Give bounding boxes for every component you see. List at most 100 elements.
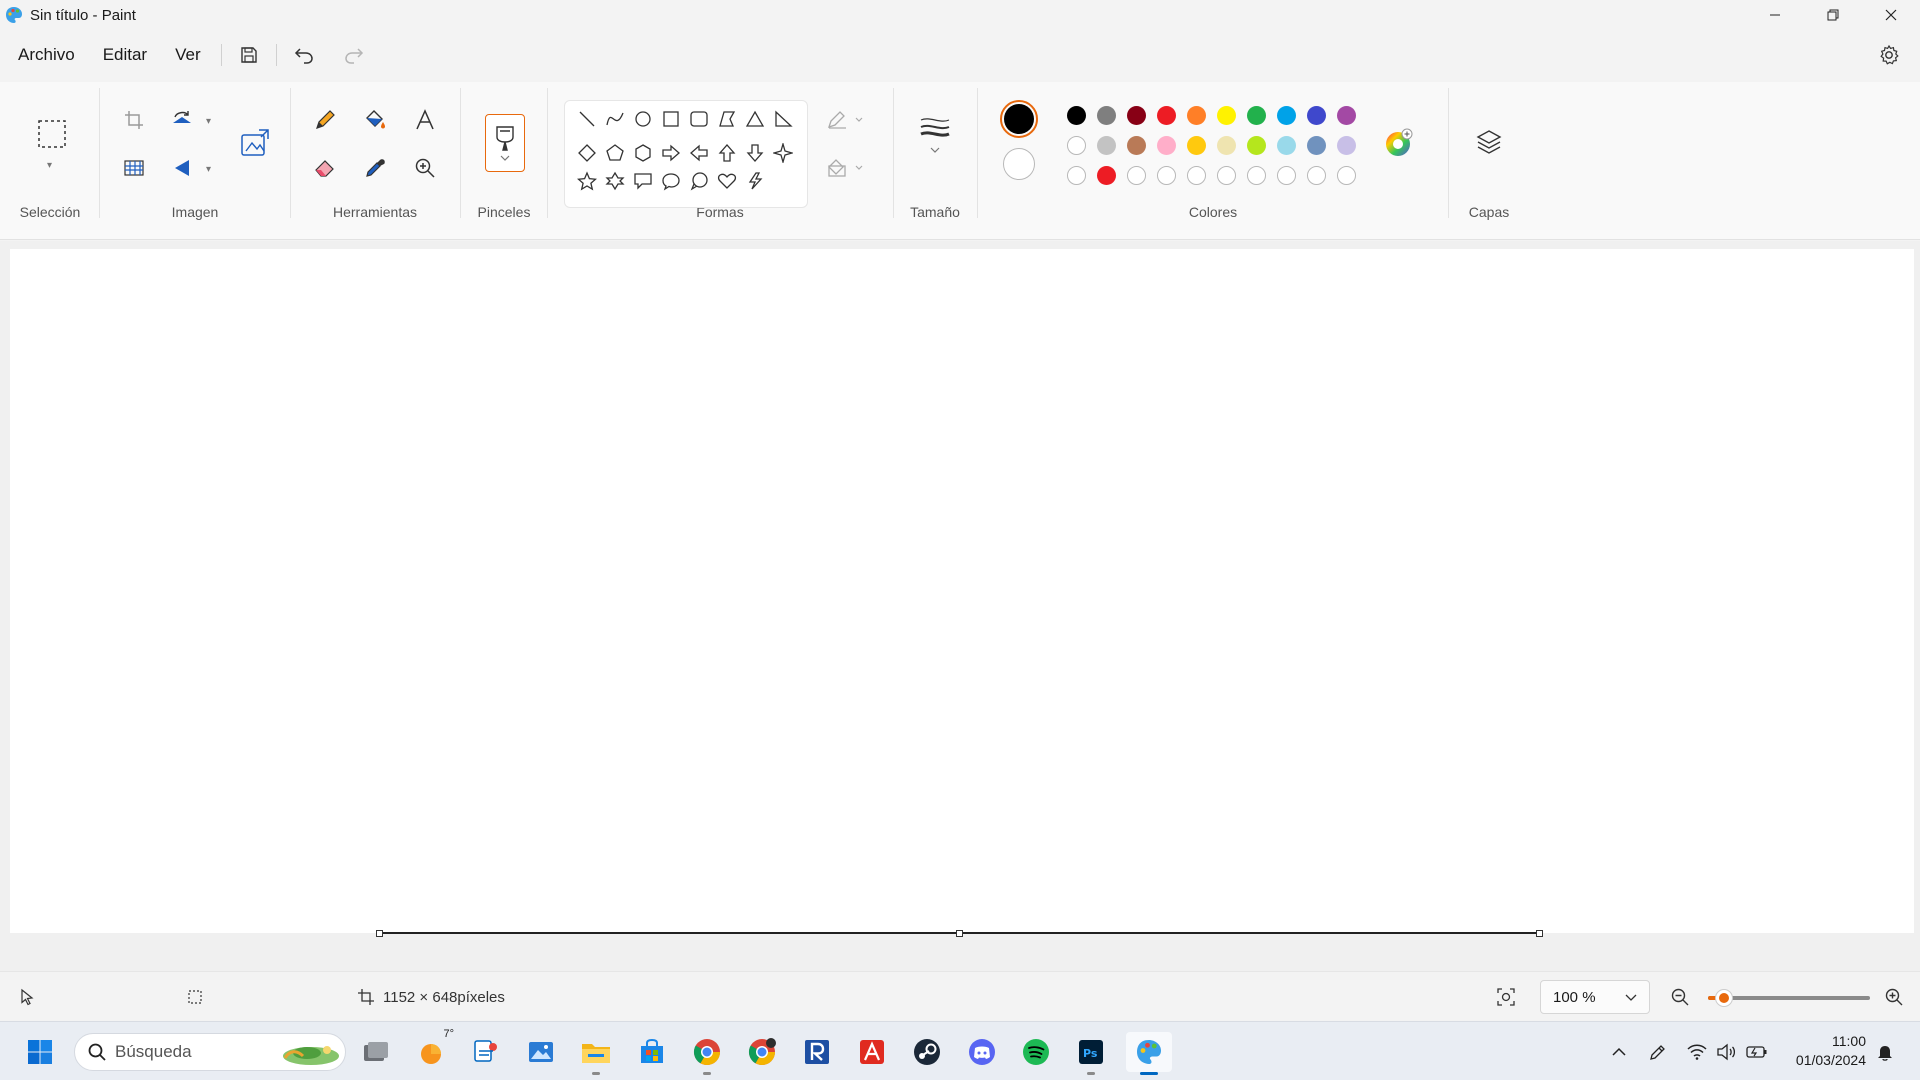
shape-right-triangle[interactable] <box>771 107 795 131</box>
color-swatch[interactable] <box>1067 106 1086 125</box>
shape-pentagon[interactable] <box>603 141 627 165</box>
color-swatch[interactable] <box>1337 136 1356 155</box>
color-swatch-empty[interactable] <box>1217 166 1236 185</box>
shape-hexagon[interactable] <box>631 141 655 165</box>
color-swatch-empty[interactable] <box>1127 166 1146 185</box>
resize-handle[interactable] <box>1536 930 1543 937</box>
shape-oval[interactable] <box>631 107 655 131</box>
shape-right-arrow[interactable] <box>659 141 683 165</box>
rotate-button[interactable] <box>164 102 200 138</box>
flip-button[interactable] <box>164 150 200 186</box>
shape-diamond[interactable] <box>575 141 599 165</box>
secondary-color-button[interactable] <box>1003 148 1035 180</box>
color-swatch[interactable] <box>1127 106 1146 125</box>
taskbar-chrome[interactable] <box>687 1032 727 1075</box>
color-swatch[interactable] <box>1217 106 1236 125</box>
brushes-button[interactable] <box>485 114 525 172</box>
color-swatch[interactable] <box>1277 136 1296 155</box>
tray-overflow-button[interactable] <box>1608 1041 1630 1063</box>
color-swatch[interactable] <box>1247 136 1266 155</box>
settings-button[interactable] <box>1872 38 1906 72</box>
taskbar-clock[interactable]: 11:00 01/03/2024 <box>1796 1032 1866 1070</box>
shape-oval-callout[interactable] <box>659 169 683 193</box>
search-box[interactable]: Búsqueda <box>74 1033 346 1071</box>
color-swatch[interactable] <box>1097 166 1116 185</box>
taskbar-photoshop[interactable]: Ps <box>1071 1032 1111 1075</box>
color-swatch[interactable] <box>1277 106 1296 125</box>
save-button[interactable] <box>230 38 268 72</box>
shape-rounded-rectangle[interactable] <box>687 107 711 131</box>
color-swatch[interactable] <box>1127 136 1146 155</box>
fit-to-window-button[interactable] <box>1496 972 1516 1022</box>
restore-button[interactable] <box>1804 0 1862 30</box>
start-button[interactable] <box>20 1032 60 1072</box>
primary-color-button[interactable] <box>1000 100 1038 138</box>
shape-triangle[interactable] <box>743 107 767 131</box>
taskbar-store[interactable] <box>632 1032 672 1072</box>
shape-curve[interactable] <box>603 107 627 131</box>
taskbar-photos[interactable] <box>521 1032 561 1072</box>
menu-editar[interactable]: Editar <box>91 39 159 71</box>
eraser-button[interactable] <box>307 150 343 186</box>
tray-pen[interactable] <box>1647 1041 1669 1063</box>
menu-archivo[interactable]: Archivo <box>6 39 87 71</box>
color-swatch[interactable] <box>1217 136 1236 155</box>
shape-cloud-callout[interactable] <box>687 169 711 193</box>
taskbar-steam[interactable] <box>907 1032 947 1072</box>
taskbar-spotify[interactable] <box>1016 1032 1056 1072</box>
color-swatch-empty[interactable] <box>1187 166 1206 185</box>
select-button[interactable] <box>32 114 72 154</box>
zoom-in-button[interactable] <box>1884 972 1904 1022</box>
pencil-button[interactable] <box>307 102 343 138</box>
resize-handle[interactable] <box>376 930 383 937</box>
shape-polygon[interactable] <box>715 107 739 131</box>
taskbar-acrobat[interactable] <box>852 1032 892 1072</box>
shape-lightning[interactable] <box>743 169 767 193</box>
shape-six-point-star[interactable] <box>603 169 627 193</box>
edit-colors-button[interactable] <box>1384 128 1414 158</box>
shape-five-point-star[interactable] <box>575 169 599 193</box>
taskbar-task-view[interactable] <box>356 1032 396 1072</box>
color-swatch[interactable] <box>1157 106 1176 125</box>
chevron-down-icon[interactable]: ▾ <box>206 116 211 127</box>
tray-volume[interactable] <box>1715 1041 1737 1063</box>
redo-button[interactable] <box>335 38 373 72</box>
shape-rectangle[interactable] <box>659 107 683 131</box>
shape-left-arrow[interactable] <box>687 141 711 165</box>
shape-down-arrow[interactable] <box>743 141 767 165</box>
tray-wifi[interactable] <box>1686 1041 1708 1063</box>
taskbar-paint[interactable] <box>1126 1032 1172 1075</box>
color-swatch[interactable] <box>1187 106 1206 125</box>
taskbar-chrome-profile[interactable] <box>742 1032 782 1072</box>
taskbar-revit[interactable] <box>797 1032 837 1072</box>
undo-button[interactable] <box>285 38 323 72</box>
color-swatch-empty[interactable] <box>1337 166 1356 185</box>
notifications-button[interactable] <box>1874 1041 1896 1063</box>
select-all-button[interactable] <box>116 150 152 186</box>
shape-four-point-star[interactable] <box>771 141 795 165</box>
color-swatch[interactable] <box>1337 106 1356 125</box>
color-swatch-empty[interactable] <box>1157 166 1176 185</box>
chevron-down-icon[interactable]: ▾ <box>47 160 52 171</box>
magnifier-button[interactable] <box>407 150 443 186</box>
color-swatch-empty[interactable] <box>1307 166 1326 185</box>
color-swatch[interactable] <box>1067 136 1086 155</box>
color-swatch[interactable] <box>1097 136 1116 155</box>
color-swatch-empty[interactable] <box>1067 166 1086 185</box>
tray-battery[interactable] <box>1746 1041 1768 1063</box>
taskbar-discord[interactable] <box>962 1032 1002 1072</box>
shape-heart[interactable] <box>715 169 739 193</box>
color-swatch[interactable] <box>1307 106 1326 125</box>
color-picker-button[interactable] <box>357 150 393 186</box>
zoom-out-button[interactable] <box>1670 972 1690 1022</box>
shape-up-arrow[interactable] <box>715 141 739 165</box>
color-swatch-empty[interactable] <box>1247 166 1266 185</box>
color-swatch[interactable] <box>1247 106 1266 125</box>
taskbar-snipping[interactable] <box>466 1032 506 1072</box>
taskbar-file-explorer[interactable] <box>576 1032 616 1075</box>
zoom-slider-thumb[interactable] <box>1715 989 1733 1007</box>
color-swatch[interactable] <box>1157 136 1176 155</box>
color-swatch[interactable] <box>1097 106 1116 125</box>
size-button[interactable] <box>914 108 956 164</box>
minimize-button[interactable] <box>1746 0 1804 30</box>
